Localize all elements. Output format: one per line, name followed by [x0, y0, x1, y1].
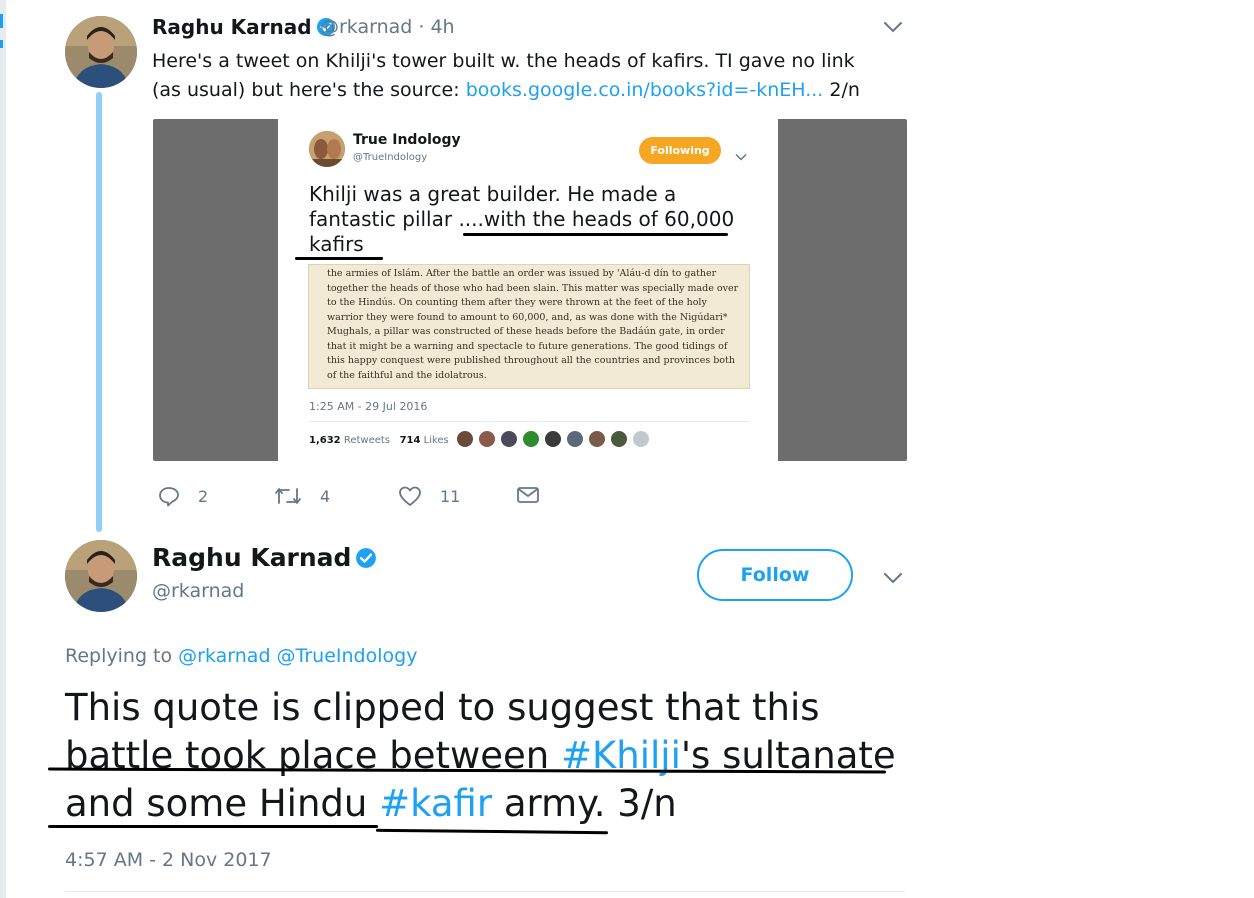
avatar[interactable] [65, 16, 137, 88]
liker-avatar [567, 431, 583, 447]
tweet-text: This quote is clipped to suggest that th… [65, 684, 925, 828]
handdrawn-underline [463, 233, 728, 236]
edge-marker [0, 40, 3, 48]
embedded-likes-label: Likes [423, 435, 449, 446]
direct-message-icon [517, 487, 539, 503]
liker-avatar [589, 431, 605, 447]
replying-to-mentions[interactable]: @rkarnad @TrueIndology [178, 645, 417, 667]
liker-avatar [633, 431, 649, 447]
avatar[interactable] [65, 540, 137, 612]
reply-icon [159, 487, 179, 507]
embedded-retweets-label: Retweets [343, 435, 391, 446]
like-icon [399, 486, 421, 506]
liker-avatar [479, 431, 495, 447]
like-count: 11 [440, 486, 461, 506]
embedded-handle: @TrueIndology [353, 152, 428, 163]
embedded-retweets-count: 1,632 [309, 435, 341, 446]
handle-and-time[interactable]: @rkarnad · 4h [320, 16, 455, 38]
author-name[interactable]: Raghu Karnad [152, 15, 336, 39]
tweet-timestamp[interactable]: 4:57 AM - 2 Nov 2017 [65, 849, 272, 871]
tweet-text-suffix: 2/n [823, 79, 860, 101]
reply-count: 2 [198, 486, 209, 506]
replying-to: Replying to @rkarnad @TrueIndology [65, 645, 417, 667]
author-handle[interactable]: @rkarnad [152, 580, 244, 602]
follow-button[interactable]: Follow [697, 549, 853, 601]
embedded-liker-avatars [457, 431, 655, 451]
handdrawn-underline [295, 257, 383, 260]
embedded-tweet-text: Khilji was a great builder. He made a fa… [309, 182, 735, 256]
author-name[interactable]: Raghu Karnad [152, 543, 377, 572]
thread-connector-line [96, 92, 102, 532]
reply-button[interactable]: 2 [158, 485, 208, 507]
edge-marker [0, 14, 3, 28]
embedded-screenshot-image[interactable]: True Indology @TrueIndology Following Kh… [153, 119, 907, 461]
embedded-chevron-down-icon [735, 146, 747, 165]
replying-prefix: Replying to [65, 645, 179, 667]
liker-avatar [611, 431, 627, 447]
hashtag-link[interactable]: #kafir [379, 782, 492, 825]
retweet-button[interactable]: 4 [274, 485, 330, 507]
embedded-following-pill: Following [639, 137, 721, 164]
chevron-down-icon[interactable] [883, 19, 903, 38]
chevron-down-icon[interactable] [883, 570, 903, 589]
liker-avatar [545, 431, 561, 447]
handdrawn-underline [375, 828, 609, 835]
liker-avatar [457, 431, 473, 447]
embedded-likes-count: 714 [399, 435, 421, 446]
liker-avatar [501, 431, 517, 447]
source-link[interactable]: books.google.co.in/books?id=-knEH... [466, 79, 824, 101]
embedded-author-name: True Indology [353, 132, 461, 148]
book-excerpt: the armies of Islám. After the battle an… [308, 264, 750, 389]
verified-badge-icon [355, 546, 377, 568]
retweet-count: 4 [320, 486, 331, 506]
embedded-avatar [309, 131, 345, 167]
tweet-text-part: army. 3/n [492, 782, 677, 825]
like-button[interactable]: 11 [398, 485, 460, 507]
embedded-divider [309, 421, 749, 422]
retweet-icon [275, 488, 301, 504]
embedded-stats: 1,632 Retweets 714 Likes [309, 435, 449, 446]
divider [65, 891, 905, 892]
handdrawn-underline [48, 825, 378, 828]
left-edge-strip [0, 0, 6, 898]
embedded-timestamp: 1:25 AM - 29 Jul 2016 [309, 400, 428, 413]
tweet-text: Here's a tweet on Khilji's tower built w… [152, 47, 882, 105]
liker-avatar [523, 431, 539, 447]
author-name-text[interactable]: Raghu Karnad [152, 15, 312, 39]
author-name-text[interactable]: Raghu Karnad [152, 543, 351, 572]
direct-message-button[interactable] [516, 485, 540, 505]
